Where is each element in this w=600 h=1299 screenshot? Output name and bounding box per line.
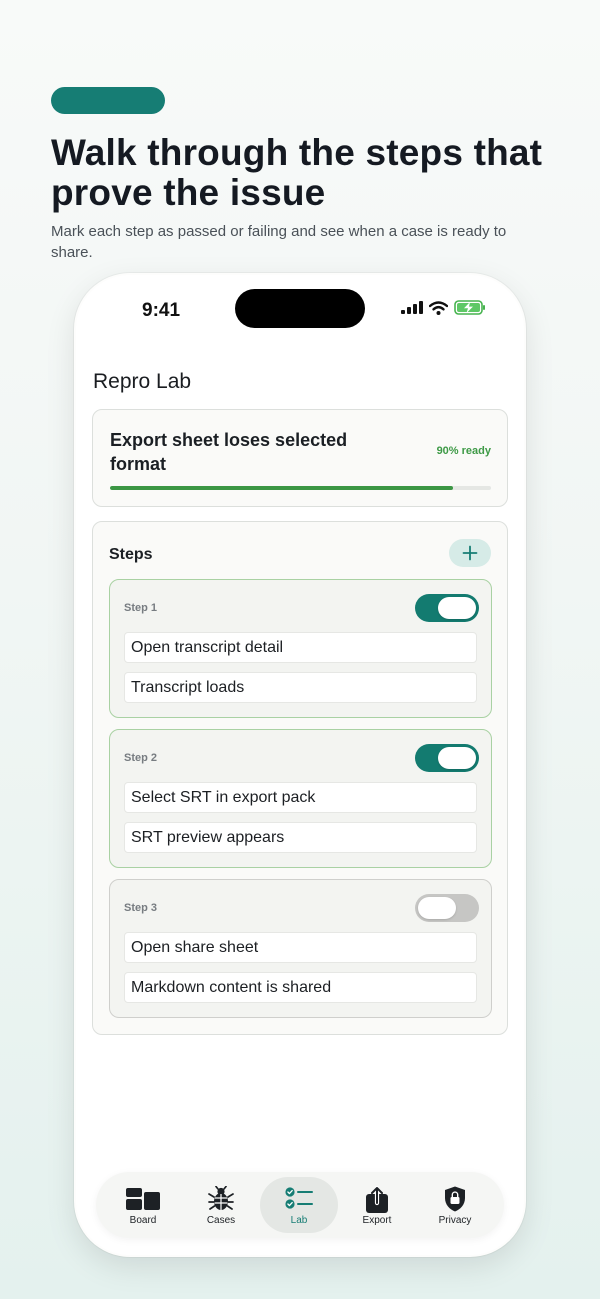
ready-progress-fill — [110, 486, 453, 490]
case-title: Export sheet loses selected format — [110, 430, 348, 474]
tab-bar: Board Cases Lab Export Privacy — [96, 1172, 504, 1238]
step-pass-toggle[interactable] — [415, 744, 479, 772]
tab-label: Cases — [206, 1215, 236, 1226]
phone-screen: 9:41 Repro Lab Export sheet loses select… — [76, 275, 524, 1255]
tab-label: Privacy — [438, 1215, 472, 1226]
ready-percentage: 90% ready — [436, 445, 491, 457]
step-label: Step 3 — [124, 902, 158, 914]
case-summary-card: Export sheet loses selected format 90% r… — [92, 409, 508, 507]
wifi-icon — [429, 300, 448, 315]
status-time: 9:41 — [142, 300, 181, 321]
status-icons — [401, 300, 486, 315]
toggle-knob — [418, 897, 456, 919]
battery-charging-icon — [454, 300, 485, 315]
step-card-2: Step 2 Select SRT in export pack SRT pre… — [109, 729, 492, 868]
toggle-knob — [438, 597, 476, 619]
app-title: Repro Lab — [93, 370, 192, 393]
tab-export[interactable]: Export — [338, 1177, 416, 1233]
phone-frame: 9:41 Repro Lab Export sheet loses select… — [74, 273, 526, 1257]
tab-label: Lab — [290, 1215, 308, 1226]
promo-pill — [51, 87, 165, 114]
dynamic-island — [235, 289, 365, 328]
promo-subline: Mark each step as passed or failing and … — [51, 223, 507, 261]
plus-icon — [462, 545, 478, 561]
add-step-button[interactable] — [449, 539, 491, 567]
ready-progress-bar — [110, 486, 491, 490]
step-expected-field[interactable]: Markdown content is shared — [124, 972, 477, 1003]
step-expected-field[interactable]: SRT preview appears — [124, 822, 477, 853]
step-pass-toggle[interactable] — [415, 594, 479, 622]
share-icon — [366, 1185, 388, 1213]
step-expected-field[interactable]: Transcript loads — [124, 672, 477, 703]
tab-lab[interactable]: Lab — [260, 1177, 338, 1233]
promo-headline: Walk through the steps that prove the is… — [51, 132, 543, 213]
lock-shield-icon — [444, 1186, 466, 1212]
bug-icon — [208, 1186, 234, 1212]
step-action-field[interactable]: Open share sheet — [124, 932, 477, 963]
tab-label: Export — [362, 1215, 392, 1226]
tab-privacy[interactable]: Privacy — [416, 1177, 494, 1233]
step-label: Step 2 — [124, 752, 158, 764]
step-pass-toggle[interactable] — [415, 894, 479, 922]
step-action-field[interactable]: Open transcript detail — [124, 632, 477, 663]
tab-label: Board — [129, 1215, 157, 1226]
signal-icon — [401, 301, 423, 314]
step-card-1: Step 1 Open transcript detail Transcript… — [109, 579, 492, 718]
step-card-3: Step 3 Open share sheet Markdown content… — [109, 879, 492, 1018]
toggle-knob — [438, 747, 476, 769]
step-action-field[interactable]: Select SRT in export pack — [124, 782, 477, 813]
steps-heading: Steps — [109, 546, 153, 563]
tab-board[interactable]: Board — [104, 1177, 182, 1233]
checklist-icon — [285, 1186, 313, 1212]
tab-cases[interactable]: Cases — [182, 1177, 260, 1233]
step-label: Step 1 — [124, 602, 158, 614]
board-icon — [126, 1186, 160, 1212]
steps-card: Steps Step 1 Open transcript detail Tran… — [92, 521, 508, 1035]
